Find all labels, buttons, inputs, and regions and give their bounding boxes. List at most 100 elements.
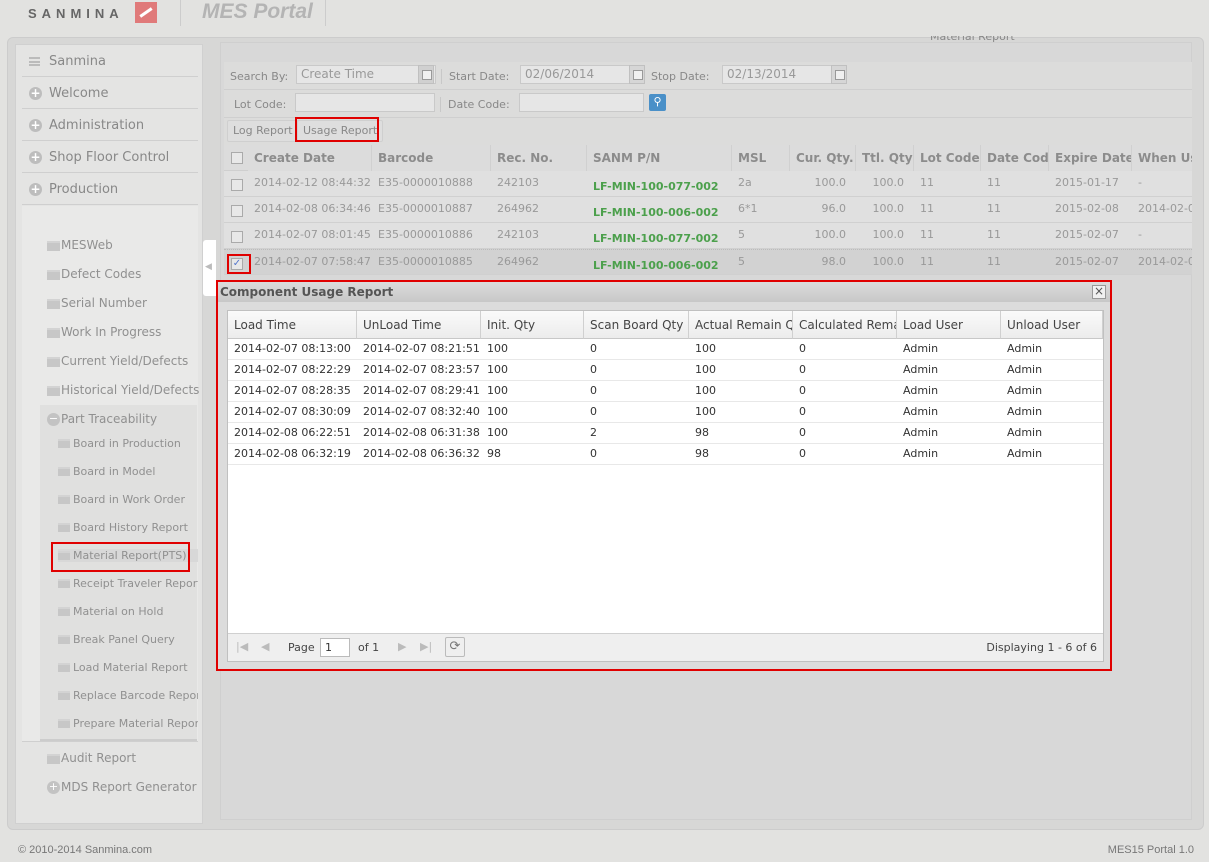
column-header[interactable]: Cur. Qty. — [790, 145, 856, 171]
table-row[interactable]: 2014-02-07 08:22:29 2014-02-07 08:23:57 10… — [228, 360, 1103, 381]
table-cell: 0 — [590, 363, 597, 376]
sidebar-subitem-board-in-production[interactable]: Board in Production — [58, 437, 198, 450]
prev-page-icon[interactable]: ◀ — [261, 640, 269, 653]
date-code-input[interactable] — [519, 93, 644, 112]
table-cell: 0 — [590, 447, 597, 460]
collapse-sidebar-button[interactable]: ◀ — [203, 240, 216, 296]
part-number-link[interactable]: LF-MIN-100-077-002 — [593, 180, 732, 193]
row-checkbox[interactable] — [231, 231, 243, 243]
sidebar-subitem-board-in-model[interactable]: Board in Model — [58, 465, 198, 478]
table-cell: 0 — [590, 384, 597, 397]
sidebar-subitem-replace-barcode-report[interactable]: Replace Barcode Report — [58, 689, 198, 702]
sidebar-item-part-traceability[interactable]: − Part Traceability — [47, 412, 157, 426]
table-row[interactable]: 2014-02-07 08:28:35 2014-02-07 08:29:41 10… — [228, 381, 1103, 402]
sidebar-item-shop-floor-control[interactable]: + Shop Floor Control — [22, 142, 198, 173]
sidebar-subitem-board-history-report[interactable]: Board History Report — [58, 521, 198, 534]
column-header[interactable]: Load User — [897, 311, 1001, 339]
subitem-label: Load Material Report — [73, 661, 188, 674]
start-date-input[interactable]: 02/06/2014 — [520, 65, 630, 84]
lot-code-input[interactable] — [295, 93, 435, 112]
calendar-icon[interactable] — [831, 65, 847, 84]
stop-date-input[interactable]: 02/13/2014 — [722, 65, 832, 84]
table-cell: 5 — [738, 255, 745, 268]
sidebar-subitem[interactable]: Serial Number — [47, 296, 147, 310]
sidebar-subitem[interactable]: Work In Progress — [47, 325, 161, 339]
column-header[interactable]: When Use — [1132, 145, 1192, 171]
column-header[interactable]: UnLoad Time — [357, 311, 481, 339]
copyright: © 2010-2014 Sanmina.com — [18, 844, 153, 856]
column-header[interactable]: SANM P/N — [587, 145, 732, 171]
sidebar-subitem-break-panel-query[interactable]: Break Panel Query — [58, 633, 198, 646]
last-page-icon[interactable]: ▶| — [420, 640, 432, 653]
table-row[interactable]: 2014-02-08 06:22:51 2014-02-08 06:31:38 10… — [228, 423, 1103, 444]
chevron-left-icon: ◀ — [205, 262, 212, 272]
part-number-link[interactable]: LF-MIN-100-077-002 — [593, 232, 732, 245]
page-input[interactable]: 1 — [320, 638, 350, 657]
select-all-checkbox[interactable] — [231, 152, 243, 164]
part-number-link[interactable]: LF-MIN-100-006-002 — [593, 259, 732, 272]
highlight-box — [295, 117, 379, 142]
subitem-label: MESWeb — [61, 238, 113, 252]
column-header[interactable]: Barcode — [372, 145, 491, 171]
highlight-box — [227, 254, 251, 274]
subitem-label: MDS Report Generator — [61, 780, 197, 794]
sidebar-subitem[interactable]: Current Yield/Defects — [47, 354, 188, 368]
sidebar-item-sanmina[interactable]: Sanmina — [22, 46, 198, 77]
row-checkbox[interactable] — [231, 179, 243, 191]
column-header[interactable]: Unload User — [1001, 311, 1103, 339]
header: SANMINA MES Portal — [0, 0, 1209, 34]
table-row[interactable]: 2014-02-07 08:13:00 2014-02-07 08:21:51 10… — [228, 339, 1103, 360]
subitem-label: Board in Work Order — [73, 493, 185, 506]
table-row[interactable]: 2014-02-12 08:44:32 E35-0000010888 242103 L… — [224, 171, 1192, 197]
table-cell: 100.0 — [814, 228, 847, 241]
sidebar-item-administration[interactable]: + Administration — [22, 110, 198, 141]
sidebar-subitem[interactable]: Defect Codes — [47, 267, 141, 281]
table-row[interactable]: ✓ 2014-02-07 07:58:47 E35-0000010885 264962… — [224, 249, 1192, 275]
subitem-label: Serial Number — [61, 296, 147, 310]
table-cell: E35-0000010887 — [378, 202, 473, 215]
column-header[interactable]: Rec. No. — [491, 145, 587, 171]
sidebar-item-audit-report[interactable]: Audit Report — [47, 751, 136, 765]
sidebar-subitem[interactable]: MESWeb — [47, 238, 113, 252]
sidebar-item-mds-report-generator[interactable]: + MDS Report Generator — [47, 780, 197, 794]
column-header[interactable]: Create Date — [248, 145, 372, 171]
column-header[interactable]: Scan Board Qty — [584, 311, 689, 339]
column-header[interactable]: Actual Remain Q — [689, 311, 793, 339]
column-header[interactable]: Lot Code — [914, 145, 981, 171]
page-title: Material Report — [930, 36, 1015, 43]
table-row[interactable]: 2014-02-07 08:01:45 E35-0000010886 242103 L… — [224, 223, 1192, 249]
search-icon[interactable]: ⚲ — [649, 94, 666, 111]
column-header[interactable]: Expire Date — [1049, 145, 1132, 171]
chevron-down-icon[interactable] — [418, 65, 434, 84]
search-by-select[interactable]: Create Time — [296, 65, 436, 84]
folder-icon — [58, 663, 70, 672]
sidebar-subitem-load-material-report[interactable]: Load Material Report — [58, 661, 198, 674]
row-checkbox[interactable] — [231, 205, 243, 217]
close-icon[interactable]: × — [1092, 285, 1106, 299]
sidebar-subitem[interactable]: Historical Yield/Defects — [47, 383, 199, 397]
part-number-link[interactable]: LF-MIN-100-006-002 — [593, 206, 732, 219]
table-row[interactable]: 2014-02-08 06:32:19 2014-02-08 06:36:32 98… — [228, 444, 1103, 465]
sidebar-subitem-material-on-hold[interactable]: Material on Hold — [58, 605, 198, 618]
first-page-icon[interactable]: |◀ — [236, 640, 248, 653]
sidebar-item-welcome[interactable]: + Welcome — [22, 78, 198, 109]
folder-icon — [58, 691, 70, 700]
table-row[interactable]: 2014-02-08 06:34:46 E35-0000010887 264962 L… — [224, 197, 1192, 223]
refresh-icon[interactable]: ⟳ — [445, 637, 465, 657]
tab-log-report[interactable]: Log Report — [227, 120, 299, 142]
table-cell: Admin — [903, 426, 939, 439]
sidebar-subitem-receipt-traveler-report-p[interactable]: Receipt Traveler Report(P — [58, 577, 198, 590]
sidebar-subitem-prepare-material-report[interactable]: Prepare Material Report — [58, 717, 198, 730]
column-header[interactable]: Init. Qty — [481, 311, 584, 339]
calendar-icon[interactable] — [629, 65, 645, 84]
table-row[interactable]: 2014-02-07 08:30:09 2014-02-07 08:32:40 10… — [228, 402, 1103, 423]
sidebar-subitem-board-in-work-order[interactable]: Board in Work Order — [58, 493, 198, 506]
next-page-icon[interactable]: ▶ — [398, 640, 406, 653]
column-header[interactable]: Date Code — [981, 145, 1049, 171]
column-header[interactable]: Ttl. Qty — [856, 145, 914, 171]
column-header[interactable]: Calculated Rema — [793, 311, 897, 339]
column-header[interactable]: Load Time — [228, 311, 357, 339]
column-header[interactable]: MSL — [732, 145, 790, 171]
table-cell: 0 — [799, 363, 806, 376]
sidebar-item-production[interactable]: + Production — [22, 174, 198, 205]
